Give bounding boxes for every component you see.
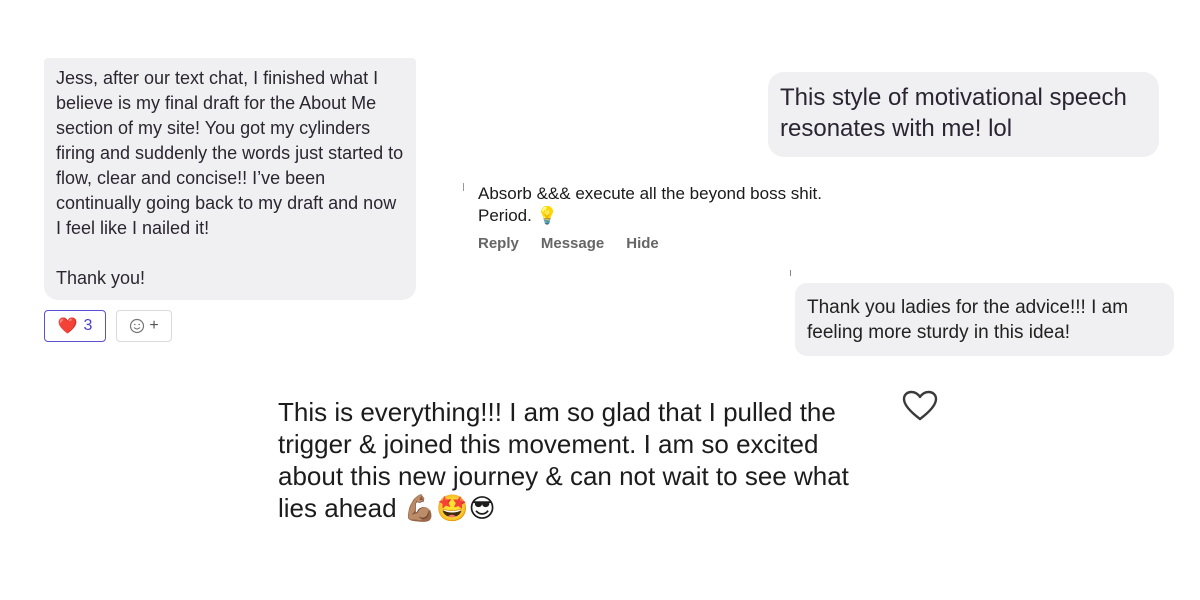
add-symbol: +	[149, 317, 159, 334]
reply-button[interactable]: Reply	[478, 235, 519, 252]
post-text: This is everything!!! I am so glad that …	[278, 397, 857, 523]
message-bubble-motivational: This style of motivational speech resona…	[768, 72, 1159, 157]
message-bubble-thank-you: Thank you ladies for the advice!!! I am …	[795, 283, 1174, 356]
reaction-count: 3	[83, 317, 93, 334]
separator-mark	[790, 270, 791, 276]
smile-plus-icon	[130, 318, 145, 334]
comment-text: Absorb &&& execute all the beyond boss s…	[478, 184, 827, 225]
heart-reaction-button[interactable]: ❤️ 3	[44, 310, 106, 342]
hide-button[interactable]: Hide	[626, 235, 659, 252]
comment-actions: Reply Message Hide	[478, 235, 659, 252]
heart-outline-icon[interactable]	[902, 390, 938, 422]
message-text: Jess, after our text chat, I finished wh…	[56, 68, 404, 288]
heart-emoji-icon: ❤️	[57, 318, 78, 335]
message-bubble-about-me: Jess, after our text chat, I finished wh…	[44, 58, 416, 300]
add-reaction-button[interactable]: +	[116, 310, 172, 342]
comment-divider	[463, 183, 464, 191]
message-text: Thank you ladies for the advice!!! I am …	[807, 297, 1134, 343]
message-text: This style of motivational speech resona…	[780, 84, 1134, 142]
message-button[interactable]: Message	[541, 235, 604, 252]
